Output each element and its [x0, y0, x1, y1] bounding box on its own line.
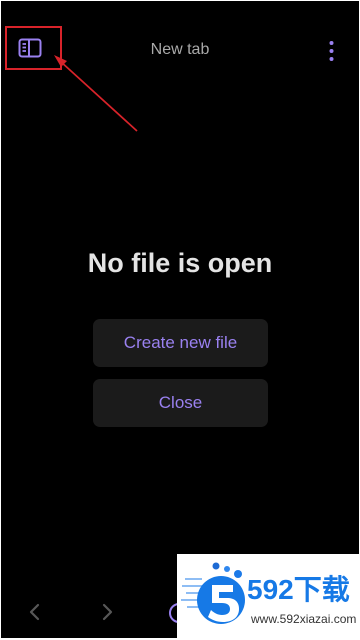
- chevron-right-icon: [102, 603, 113, 621]
- forward-button[interactable]: [98, 602, 116, 622]
- back-button[interactable]: [26, 602, 44, 622]
- empty-state-title: No file is open: [87, 248, 273, 278]
- watermark-logo: 592下载 www.592xiazai.com: [177, 554, 359, 638]
- top-bar: New tab: [1, 1, 359, 97]
- more-vertical-icon: [329, 41, 333, 61]
- more-options-button[interactable]: [321, 39, 341, 63]
- create-new-file-button[interactable]: Create new file: [93, 319, 268, 367]
- app-screen: New tab No file is open Create new file …: [1, 1, 359, 638]
- tab-title: New tab: [150, 41, 210, 58]
- chevron-left-icon: [29, 603, 40, 621]
- watermark-brand: 592下载: [247, 574, 350, 605]
- site-watermark: 592下载 www.592xiazai.com: [177, 554, 359, 638]
- close-button[interactable]: Close: [93, 379, 268, 427]
- watermark-domain: www.592xiazai.com: [250, 612, 356, 626]
